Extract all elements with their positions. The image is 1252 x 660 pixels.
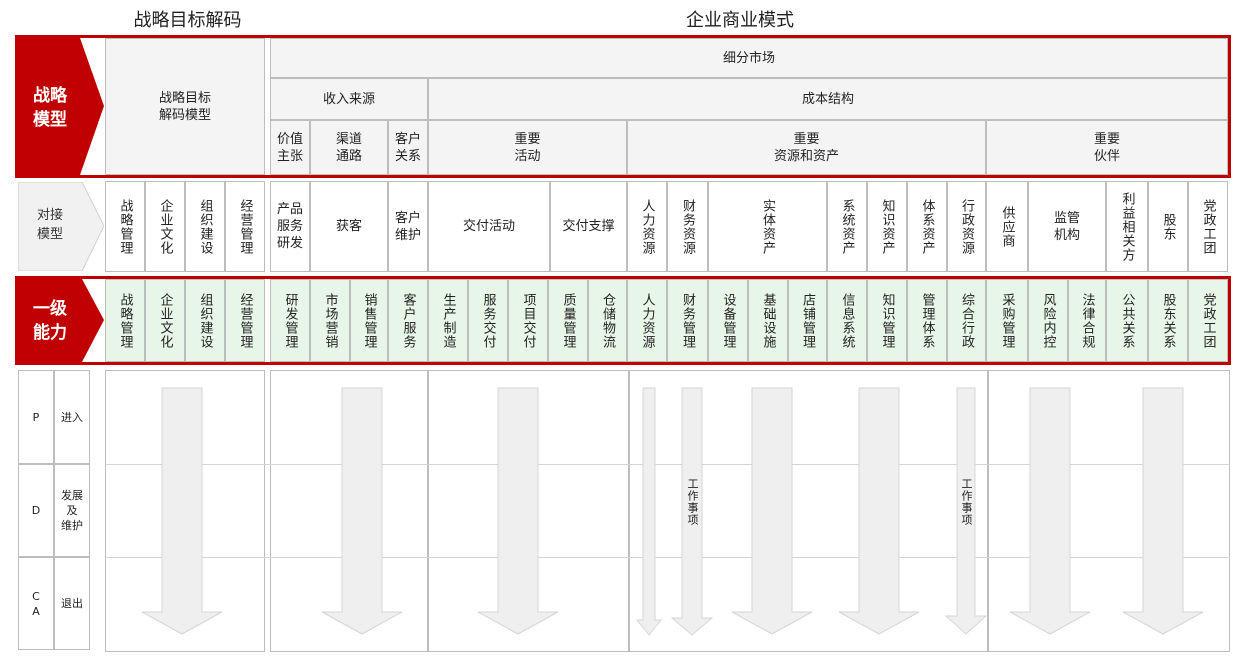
down-arrow xyxy=(141,387,223,635)
work-item-label: 工作事项 xyxy=(960,478,973,526)
pdca-arrows xyxy=(141,387,1204,636)
down-arrow xyxy=(731,387,813,635)
down-arrow xyxy=(1122,387,1204,635)
down-arrow xyxy=(321,387,403,635)
work-item-label: 工作事项 xyxy=(686,478,699,526)
down-arrow xyxy=(477,387,559,635)
down-arrow xyxy=(635,387,663,636)
down-arrow xyxy=(1009,387,1091,635)
down-arrow xyxy=(838,387,920,635)
